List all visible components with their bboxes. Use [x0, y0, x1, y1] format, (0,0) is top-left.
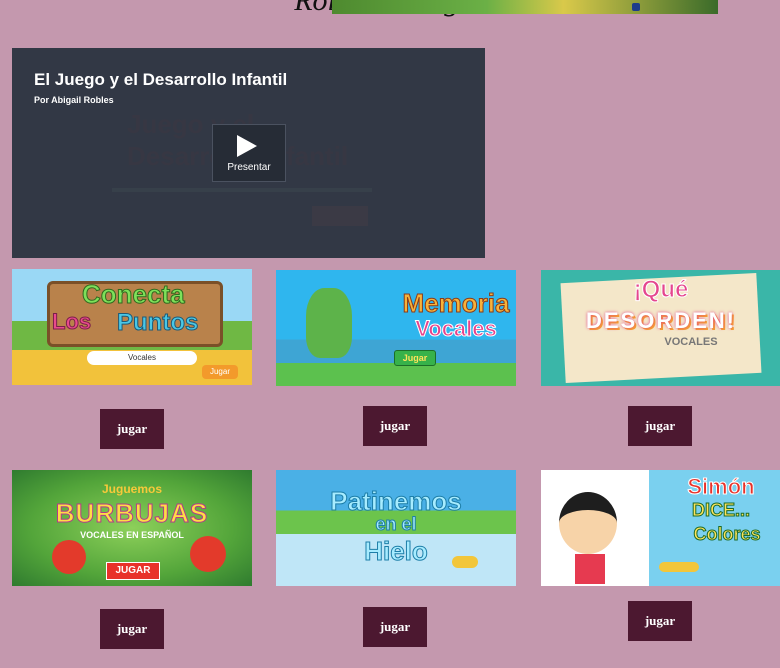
jugar-button-6[interactable]: jugar [628, 601, 692, 641]
game-play-badge: JUGAR [106, 562, 160, 580]
play-icon [237, 135, 257, 157]
game-title-line1: Memoria [402, 288, 510, 319]
game-thumbnail-que-desorden[interactable]: ¡Qué DESORDEN! VOCALES [541, 270, 780, 386]
jugar-button-2[interactable]: jugar [363, 406, 427, 446]
jugar-button-4[interactable]: jugar [100, 609, 164, 649]
game-play-badge [659, 562, 699, 572]
presentation-ghost-box [312, 206, 368, 226]
banner-icon [632, 3, 640, 11]
game-thumbnail-simon-dice[interactable]: Simón DICE... Colores [541, 470, 780, 586]
game-title-line2: DESORDEN! [585, 308, 736, 333]
game-thumbnail-patinemos-hielo[interactable]: Patinemos en el Hielo [276, 470, 516, 586]
presentation-ghost-line [112, 188, 372, 192]
game-title-line2: Vocales [415, 316, 498, 342]
presentation-embed[interactable]: Juego y el Desarrollo Infantil El Juego … [12, 48, 485, 258]
jugar-button-1[interactable]: jugar [100, 409, 164, 449]
game-title-line2: DICE... [691, 500, 750, 521]
present-button[interactable]: Presentar [212, 124, 286, 182]
game-play-badge [452, 556, 478, 568]
game-title-line2: en el [375, 514, 417, 535]
present-label: Presentar [227, 162, 271, 173]
game-title-line1: Simón [687, 474, 755, 500]
game-title-line2: BURBUJAS [55, 498, 209, 529]
game-caption: Vocales [87, 351, 197, 365]
game-title-line2: Los [51, 309, 92, 335]
presentation-author: Por Abigail Robles [34, 95, 114, 105]
game-play-badge: Jugar [394, 350, 436, 366]
game-title-line3: VOCALES [664, 336, 718, 348]
bird-character-right [190, 536, 226, 572]
game-title-line3: Puntos [116, 309, 199, 337]
game-title-line3: Hielo [364, 536, 429, 567]
game-title-line1: Conecta [82, 279, 186, 310]
game-title-line3: Colores [693, 524, 761, 545]
kid-body [575, 554, 605, 584]
bird-character-left [52, 540, 86, 574]
top-banner-image[interactable] [332, 0, 718, 14]
game-title-line1: Juguemos [101, 482, 162, 496]
jugar-button-3[interactable]: jugar [628, 406, 692, 446]
game-thumbnail-memoria-vocales[interactable]: Memoria Vocales Jugar [276, 270, 516, 386]
game-thumbnail-conecta-puntos[interactable]: Conecta Los Puntos Vocales Jugar [12, 269, 252, 385]
game-play-badge: Jugar [202, 365, 238, 379]
presentation-title: El Juego y el Desarrollo Infantil [34, 70, 288, 89]
game-title-line1: ¡Qué [633, 276, 689, 304]
game-thumbnail-burbujas[interactable]: Juguemos BURBUJAS VOCALES EN ESPAÑOL JUG… [12, 470, 252, 586]
jugar-button-5[interactable]: jugar [363, 607, 427, 647]
game-title-line1: Patinemos [330, 486, 463, 517]
